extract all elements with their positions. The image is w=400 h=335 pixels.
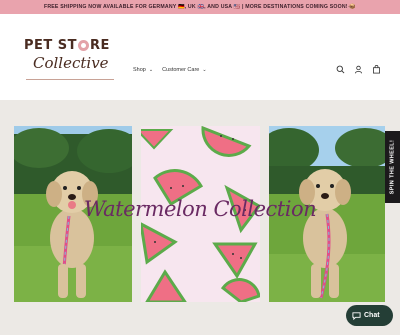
paw-icon [78, 40, 90, 51]
chat-icon [352, 312, 361, 320]
site-header: PET ST RE Collective Shop ⌄ Customer Car… [0, 14, 400, 100]
announcement-text: FREE SHIPPING NOW AVAILABLE FOR GERMANY … [43, 4, 357, 10]
next-announcement-arrow[interactable]: → [347, 3, 354, 10]
spin-wheel-tab[interactable]: SPIN THE WHEEL! [385, 131, 400, 203]
logo-text-right: RE [90, 38, 110, 53]
chat-label: Chat [364, 312, 380, 319]
chat-button[interactable]: Chat [346, 305, 393, 326]
hero-banner[interactable]: Watermelon Collection [0, 100, 400, 335]
main-nav: Shop ⌄ Customer Care ⌄ [133, 67, 207, 73]
header-icons [336, 65, 381, 74]
nav-shop[interactable]: Shop ⌄ [133, 67, 153, 73]
chevron-down-icon: ⌄ [202, 67, 207, 73]
nav-customer-care-label: Customer Care [162, 67, 200, 73]
search-icon[interactable] [336, 65, 345, 74]
cart-icon[interactable] [372, 65, 381, 74]
spin-wheel-label: SPIN THE WHEEL! [389, 139, 396, 195]
nav-shop-label: Shop [133, 67, 146, 73]
logo-underline [26, 79, 114, 80]
nav-customer-care[interactable]: Customer Care ⌄ [162, 67, 207, 73]
announcement-bar: FREE SHIPPING NOW AVAILABLE FOR GERMANY … [0, 0, 400, 14]
hero-title: Watermelon Collection [83, 197, 317, 221]
account-icon[interactable] [354, 65, 363, 74]
logo-script: Collective [33, 54, 109, 72]
store-logo[interactable]: PET ST RE Collective [24, 38, 116, 82]
chevron-down-icon: ⌄ [148, 67, 154, 73]
logo-text-left: PET ST [24, 38, 78, 53]
